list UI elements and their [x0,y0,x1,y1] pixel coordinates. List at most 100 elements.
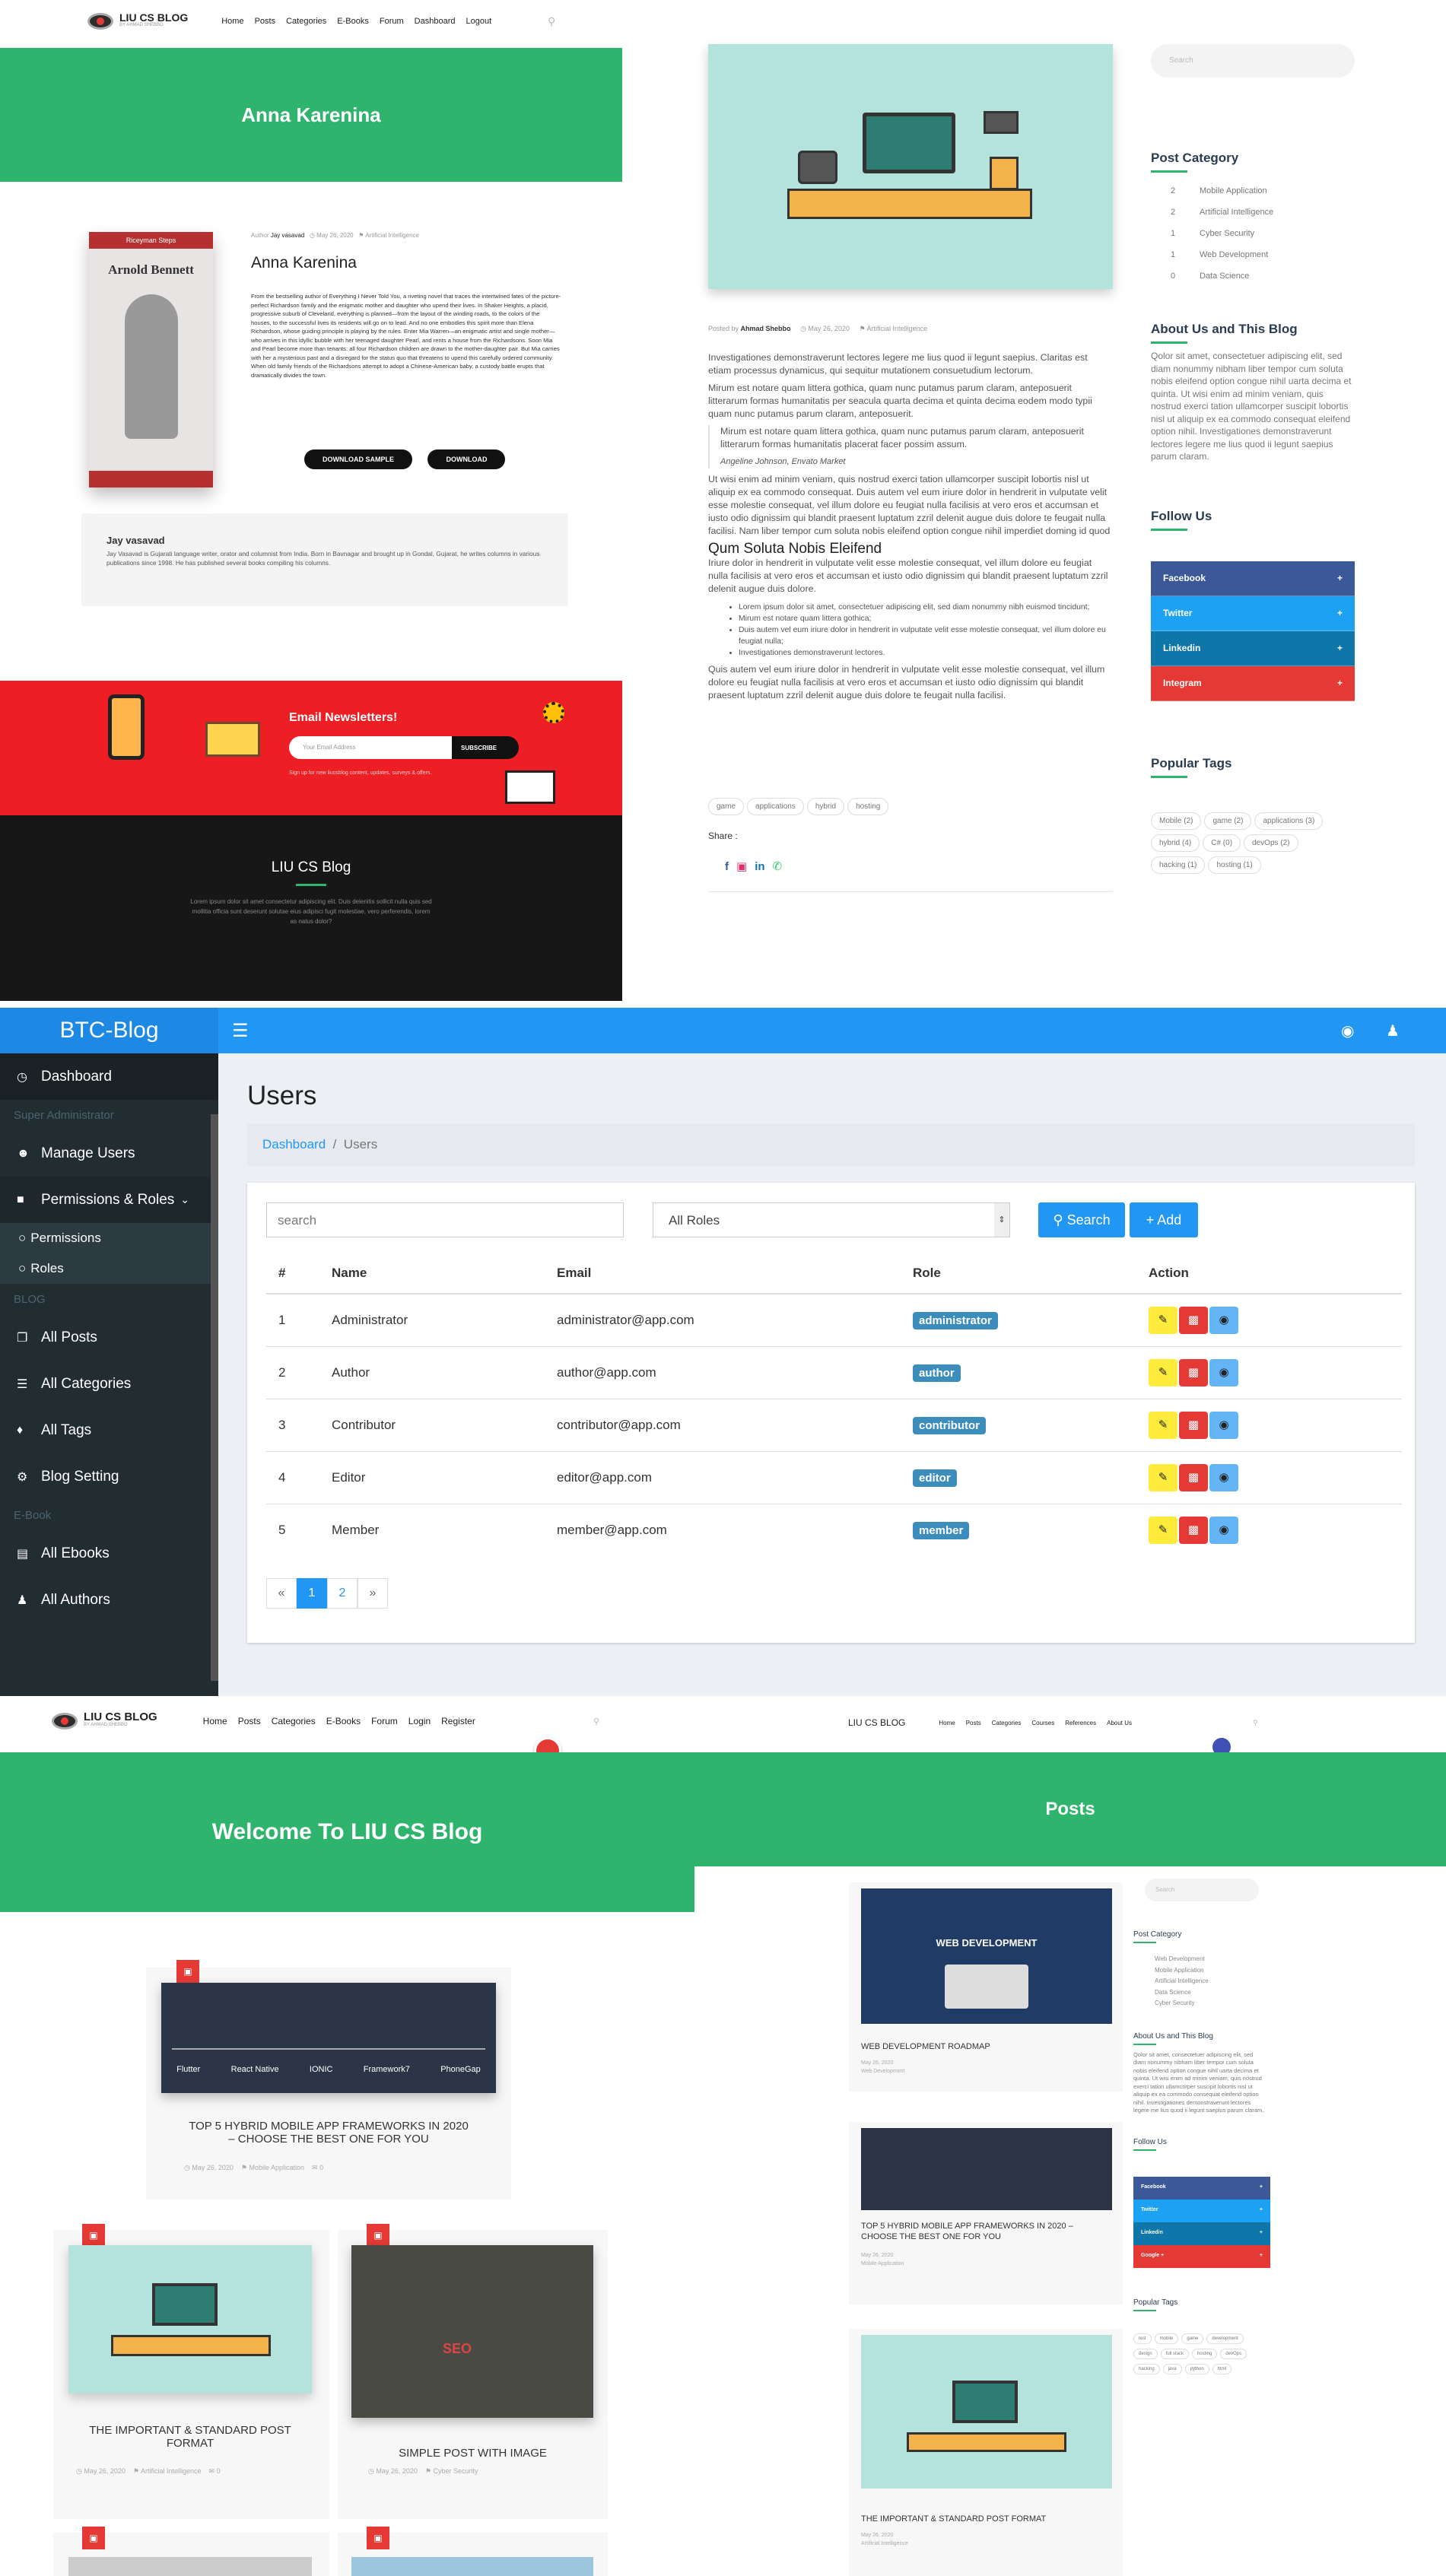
tag-pill[interactable]: hosting (1) [1208,856,1261,874]
post-title[interactable]: WEB DEVELOPMENT ROADMAP [861,2042,990,2051]
tag-pill[interactable]: Mobile (2) [1151,812,1202,830]
subscribe-button[interactable]: SUBSCRIBE [452,736,519,759]
category-item[interactable]: 2 Mobile Application [1171,186,1355,208]
post-card[interactable]: THE IMPORTANT & STANDARD POST FORMAT May… [849,2329,1123,2576]
page-1[interactable]: 1 [297,1578,327,1609]
category-item[interactable]: 0 Data Science [1171,272,1355,293]
nav-courses[interactable]: Courses [1031,1720,1054,1726]
sidebar-item-permissions[interactable]: ○ Permissions [0,1223,218,1253]
edit-icon[interactable]: ✎ [1149,1358,1177,1386]
sidebar-item-dashboard[interactable]: ◷ Dashboard [0,1053,218,1100]
search-icon[interactable]: ⚲ [548,15,555,28]
post-card[interactable]: ▣ THE IMPORTANT & STANDARD POST FORMAT ◷… [53,2224,329,2519]
sidebar-item-all-tags[interactable]: ♦ All Tags [0,1407,218,1453]
page-next[interactable]: » [358,1578,388,1609]
download-button[interactable]: DOWNLOAD [427,449,506,469]
sidebar-search-input[interactable]: Search [1151,44,1355,78]
book-cover[interactable]: Riceyman Steps Arnold Bennett [89,232,213,488]
logo-text[interactable]: LIU CS BLOG [84,1711,157,1723]
tag-pill[interactable]: design [1133,2348,1158,2359]
sidebar-item-all-categories[interactable]: ☰ All Categories [0,1361,218,1407]
post-card[interactable]: WEB DEVELOPMENT WEB DEVELOPMENT ROADMAP … [849,1882,1123,2092]
nav-posts[interactable]: Posts [255,17,276,26]
nav-forum[interactable]: Forum [380,17,404,26]
category-item[interactable]: Data Science [1155,1987,1270,1999]
search-icon[interactable]: ⚲ [593,1717,599,1726]
edit-icon[interactable]: ✎ [1149,1306,1177,1334]
trash-icon[interactable]: ▩ [1179,1411,1208,1439]
category-item[interactable]: 2 Artificial Intelligence [1171,208,1355,229]
nav-ebooks[interactable]: E-Books [326,1716,361,1726]
post-card[interactable]: ▣ SEO SIMPLE POST WITH IMAGE ◷ May 26, 2… [338,2224,608,2519]
tag-pill[interactable]: mobile [1154,2333,1179,2344]
nav-about-us[interactable]: About Us [1107,1720,1132,1726]
tag-pill[interactable]: C# (0) [1203,834,1241,852]
tag-pill[interactable]: hosting [847,798,889,815]
follow-twitter[interactable]: Twitter + [1151,596,1355,631]
tag-pill[interactable]: test [1133,2333,1152,2344]
category-item[interactable]: Web Development [1155,1954,1270,1965]
tag-pill[interactable]: development [1206,2333,1244,2344]
tag-pill[interactable]: applications (3) [1254,812,1324,830]
category-item[interactable]: 1 Cyber Security [1171,229,1355,250]
post-card[interactable]: ▣ [338,2527,608,2576]
view-eye-icon[interactable]: ◉ [1209,1463,1238,1491]
search-input[interactable]: search [266,1202,624,1237]
post-category[interactable]: Artificial Intelligence [867,325,928,332]
author-name[interactable]: Jay vasavad [271,232,304,239]
post-title[interactable]: TOP 5 HYBRID MOBILE APP FRAMEWORKS IN 20… [861,2221,1104,2242]
sidebar-item-all-posts[interactable]: ❐ All Posts [0,1314,218,1361]
tag-pill[interactable]: hosting [1192,2348,1218,2359]
post-author[interactable]: Ahmad Shebbo [741,325,791,332]
tag-pill[interactable]: hybrid [806,798,845,815]
tag-pill[interactable]: full stack [1160,2348,1190,2359]
tag-pill[interactable]: java [1162,2363,1182,2374]
post-title[interactable]: THE IMPORTANT & STANDARD POST FORMAT [861,2514,1046,2524]
category-item[interactable]: Artificial Intelligence [1155,1976,1270,1987]
follow-linkedin[interactable]: Linkedin + [1151,631,1355,666]
search-icon[interactable]: ⚲ [1253,1719,1258,1727]
edit-icon[interactable]: ✎ [1149,1411,1177,1439]
follow-linkedin[interactable]: Linkedin + [1133,2222,1270,2245]
logo-text[interactable]: LIU CS BLOG [848,1717,905,1728]
follow-facebook[interactable]: Facebook + [1151,561,1355,596]
nav-categories[interactable]: Categories [272,1716,316,1726]
email-input[interactable]: Your Email Address [289,736,452,759]
view-eye-icon[interactable]: ◉ [1209,1516,1238,1544]
sidebar-item-all-authors[interactable]: ♟ All Authors [0,1577,218,1623]
nav-dashboard[interactable]: Dashboard [415,17,456,26]
follow-google[interactable]: Google + + [1133,2244,1270,2268]
tag-pill[interactable]: game [708,798,745,815]
sidebar-item-blog-setting[interactable]: ⚙ Blog Setting [0,1453,218,1500]
tag-pill[interactable]: hacking [1133,2363,1160,2374]
tag-pill[interactable]: hacking (1) [1151,856,1206,874]
trash-icon[interactable]: ▩ [1179,1358,1208,1386]
post-card[interactable]: ▣ [53,2527,329,2576]
admin-brand[interactable]: BTC-Blog [0,1008,218,1053]
page-prev[interactable]: « [266,1578,297,1609]
search-button[interactable]: ⚲ Search [1038,1202,1125,1237]
sidebar-item-roles[interactable]: ○ Roles [0,1253,218,1284]
whatsapp-icon[interactable]: ✆ [773,860,783,873]
follow-instagram[interactable]: Integram + [1151,665,1355,701]
linkedin-icon[interactable]: in [755,860,764,873]
post-card[interactable]: TOP 5 HYBRID MOBILE APP FRAMEWORKS IN 20… [849,2122,1123,2304]
follow-facebook[interactable]: Facebook + [1133,2176,1270,2200]
post-category[interactable]: Artificial Intelligence [365,232,419,239]
nav-home[interactable]: Home [203,1716,227,1726]
eye-icon[interactable]: ◉ [1341,1021,1354,1040]
post-title[interactable]: THE IMPORTANT & STANDARD POST FORMAT [76,2424,304,2450]
nav-ebooks[interactable]: E-Books [337,17,369,26]
user-icon[interactable]: ♟ [1386,1021,1400,1040]
breadcrumb-dashboard[interactable]: Dashboard [262,1137,326,1151]
view-eye-icon[interactable]: ◉ [1209,1358,1238,1386]
sidebar-search-input[interactable]: Search [1145,1879,1259,1901]
nav-posts[interactable]: Posts [966,1720,981,1726]
nav-categories[interactable]: Categories [992,1720,1022,1726]
post-card[interactable]: ▣ Flutter React Native IONIC Framework7 Phon… [146,1960,511,2200]
sidebar-item-manage-users[interactable]: ☻ Manage Users [0,1130,218,1177]
sidebar-item-all-ebooks[interactable]: ▤ All Ebooks [0,1530,218,1577]
nav-register[interactable]: Register [441,1716,475,1726]
hamburger-menu-icon[interactable]: ☰ [232,1020,249,1042]
view-eye-icon[interactable]: ◉ [1209,1306,1238,1334]
